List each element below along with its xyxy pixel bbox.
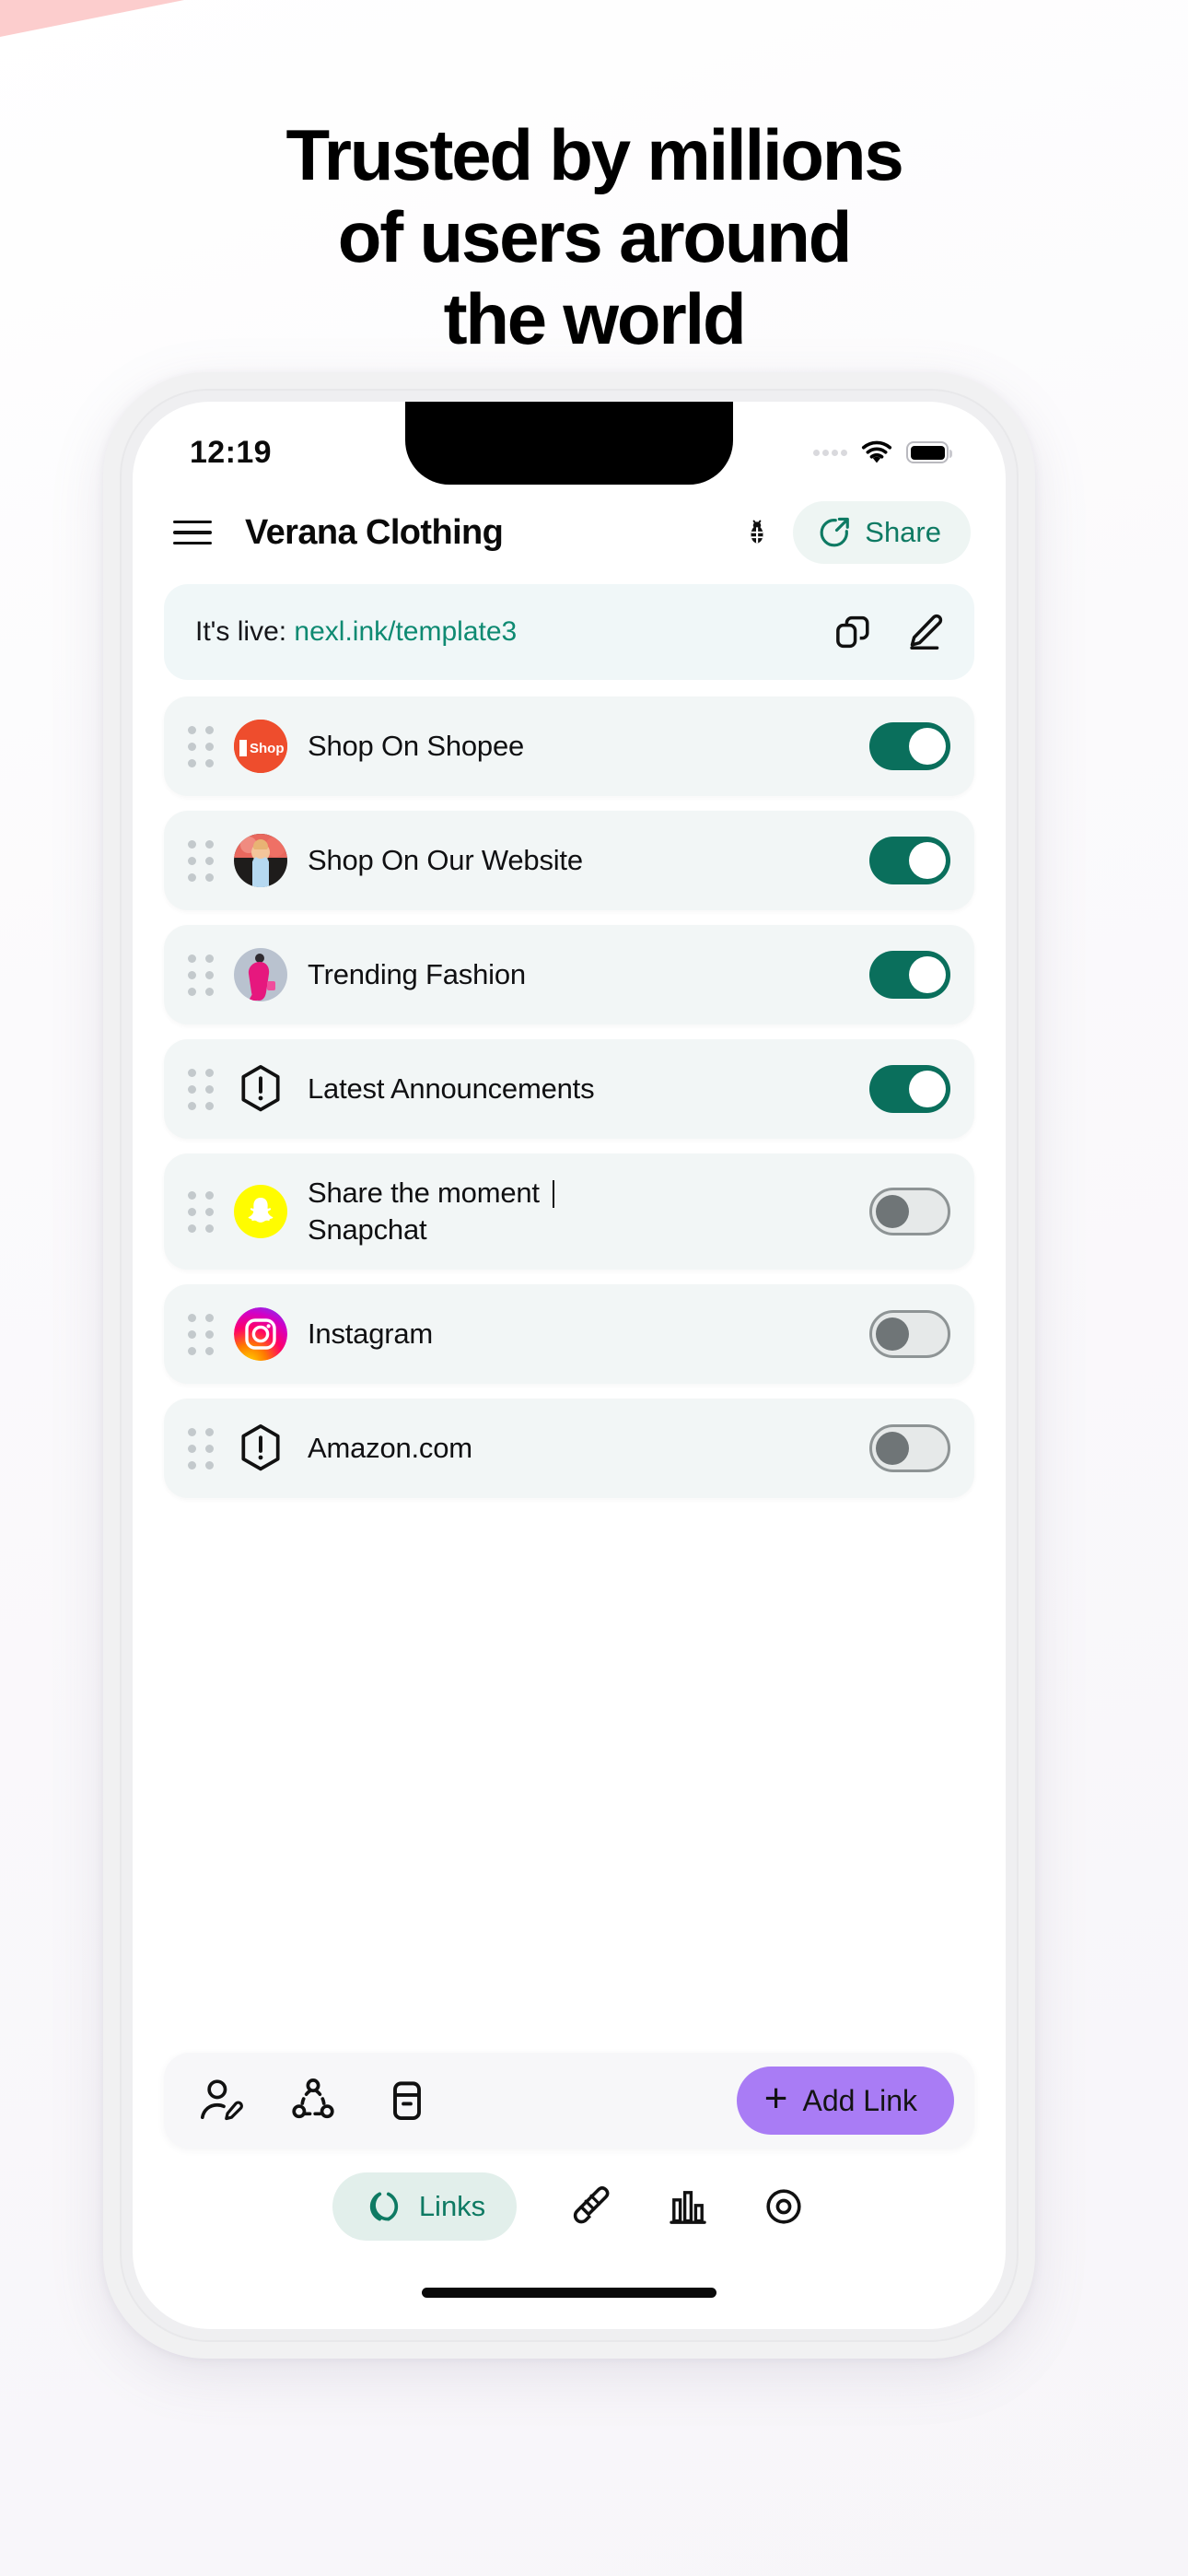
link-list: Shop Shop On Shopee Shop On Our Website … — [133, 680, 1006, 1498]
design-brush-icon — [574, 2186, 610, 2224]
phone-screen: 12:19 Verana Clothing Share It's live: n… — [133, 402, 1006, 2329]
link-label: Instagram — [308, 1317, 434, 1351]
status-indicators — [813, 440, 952, 465]
page-title: Verana Clothing — [245, 512, 504, 552]
bottom-toolbar: + Add Link — [164, 2053, 974, 2149]
live-prefix: It's live: — [195, 616, 295, 647]
headline-line-3: the world — [443, 277, 747, 359]
signal-dots-icon — [813, 449, 847, 456]
drag-handle-icon[interactable] — [188, 839, 219, 882]
header-actions: Share — [741, 501, 971, 564]
share-button[interactable]: Share — [793, 501, 971, 564]
headline-line-2: of users around — [337, 195, 853, 277]
svg-text:Shop: Shop — [250, 741, 285, 756]
link-row-website[interactable]: Shop On Our Website — [164, 811, 974, 910]
website-photo-icon — [234, 834, 287, 887]
link-toggle[interactable] — [869, 951, 950, 999]
shopee-logo-icon: Shop — [234, 720, 287, 773]
link-toggle[interactable] — [869, 837, 950, 884]
link-label: Amazon.com — [308, 1432, 472, 1465]
nav-links-label: Links — [418, 2190, 486, 2222]
drag-handle-icon[interactable] — [188, 1313, 219, 1355]
live-bar-actions — [833, 612, 945, 652]
status-time: 12:19 — [190, 434, 272, 470]
share-arrow-icon — [820, 517, 850, 547]
text-cursor — [553, 1180, 555, 1209]
link-row-trending-fashion[interactable]: Trending Fashion — [164, 925, 974, 1025]
add-link-label: Add Link — [802, 2083, 917, 2117]
phone-mockup: 12:19 Verana Clothing Share It's live: n… — [103, 372, 1035, 2359]
phone-bezel: 12:19 Verana Clothing Share It's live: n… — [120, 389, 1019, 2342]
live-url-link[interactable]: nexl.ink/template3 — [294, 616, 517, 647]
app-header: Verana Clothing Share — [133, 490, 1006, 569]
link-row-latest-announcements[interactable]: Latest Announcements — [164, 1039, 974, 1139]
battery-icon — [906, 441, 952, 463]
bug-icon[interactable] — [741, 517, 773, 548]
drag-handle-icon[interactable] — [188, 1427, 219, 1469]
live-url-bar: It's live: nexl.ink/template3 — [164, 584, 974, 680]
link-row-shopee[interactable]: Shop Shop On Shopee — [164, 697, 974, 796]
nav-item-links[interactable]: Links — [332, 2172, 518, 2241]
link-label-line1: Share the moment — [308, 1177, 548, 1210]
snapchat-logo-icon — [234, 1185, 287, 1238]
link-label: Shop On Our Website — [308, 844, 583, 877]
link-toggle[interactable] — [869, 1424, 950, 1472]
link-label: Share the moment Snapchat — [308, 1175, 853, 1247]
alert-hexagon-icon — [234, 1062, 287, 1116]
drag-handle-icon[interactable] — [188, 1068, 219, 1110]
link-label: Latest Announcements — [308, 1072, 595, 1106]
link-label: Shop On Shopee — [308, 730, 525, 763]
drag-handle-icon[interactable] — [188, 954, 219, 996]
nav-item-preview[interactable] — [762, 2184, 806, 2229]
status-bar: 12:19 — [133, 402, 1006, 490]
hamburger-menu-icon[interactable] — [173, 520, 212, 545]
pencil-edit-icon[interactable] — [904, 612, 945, 652]
link-label: Trending Fashion — [308, 958, 526, 991]
link-row-instagram[interactable]: Instagram — [164, 1284, 974, 1384]
eye-preview-icon — [766, 2189, 801, 2224]
archive-icon[interactable] — [383, 2077, 431, 2125]
share-network-icon[interactable] — [289, 2077, 337, 2125]
nav-item-design[interactable] — [568, 2184, 614, 2230]
pink-corner-accent — [0, 0, 184, 37]
edit-profile-icon[interactable] — [195, 2077, 243, 2125]
add-link-button[interactable]: + Add Link — [736, 2067, 954, 2135]
copy-icon[interactable] — [833, 612, 873, 652]
link-toggle[interactable] — [869, 1065, 950, 1113]
link-toggle[interactable] — [869, 722, 950, 770]
home-indicator — [422, 2288, 716, 2298]
live-url-text: It's live: nexl.ink/template3 — [195, 616, 517, 648]
drag-handle-icon[interactable] — [188, 725, 219, 767]
link-toggle[interactable] — [869, 1310, 950, 1358]
bottom-nav: Links — [133, 2172, 1006, 2241]
alert-hexagon-icon — [234, 1422, 287, 1475]
share-button-label: Share — [865, 516, 941, 548]
links-chain-icon — [369, 2192, 398, 2221]
fashion-photo-icon — [234, 948, 287, 1001]
headline-line-1: Trusted by millions — [285, 114, 904, 195]
page-headline: Trusted by millions of users around the … — [0, 114, 1188, 360]
plus-icon: + — [763, 2076, 788, 2121]
link-row-snapchat[interactable]: Share the moment Snapchat — [164, 1153, 974, 1270]
bar-chart-icon — [670, 2191, 706, 2224]
instagram-logo-icon — [234, 1307, 287, 1361]
drag-handle-icon[interactable] — [188, 1190, 219, 1233]
link-row-amazon[interactable]: Amazon.com — [164, 1399, 974, 1498]
nav-item-analytics[interactable] — [666, 2184, 710, 2229]
wifi-icon — [861, 440, 892, 463]
link-label-line2: Snapchat — [308, 1213, 427, 1246]
link-toggle[interactable] — [869, 1188, 950, 1235]
